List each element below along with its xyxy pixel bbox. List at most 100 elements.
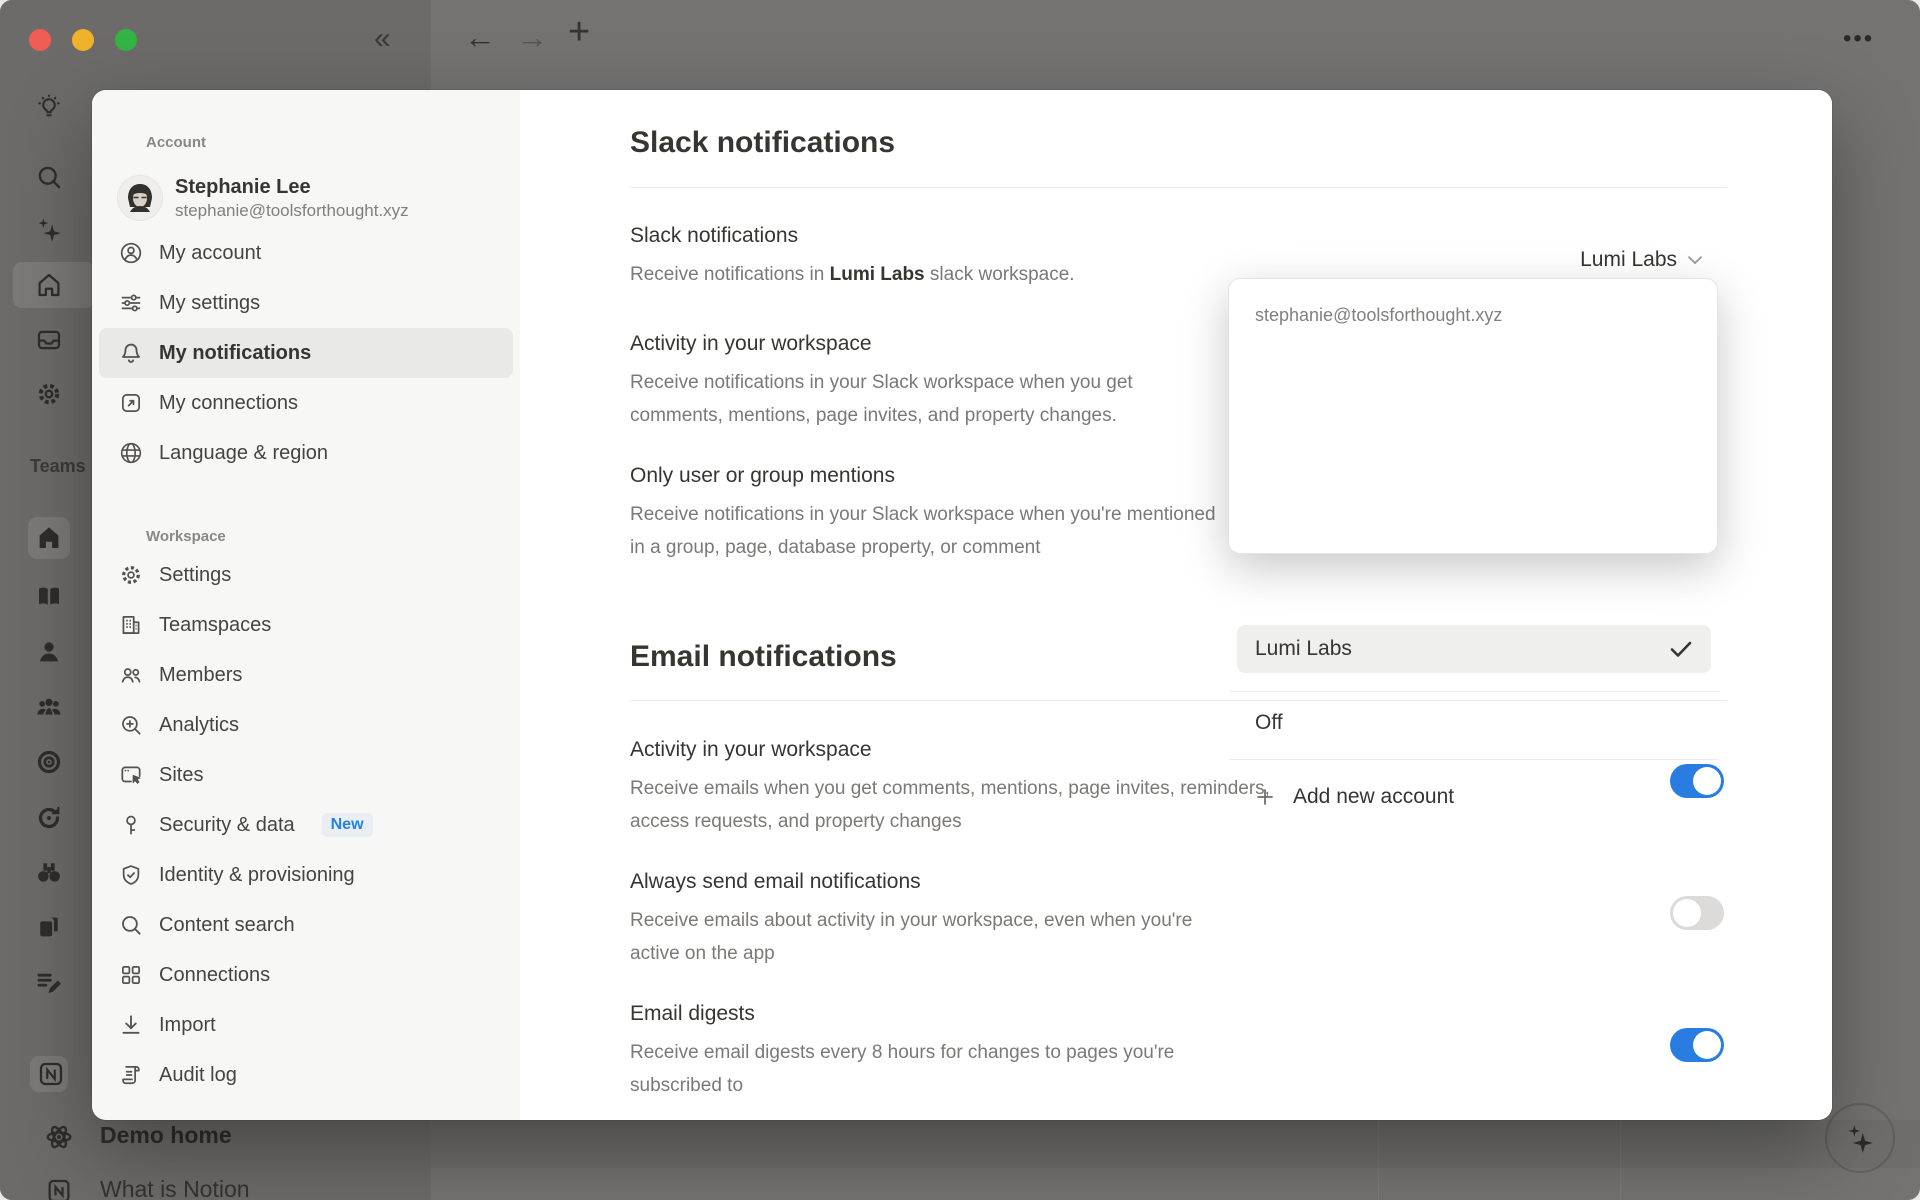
sidebar-item-security-data[interactable]: Security & data New [99,800,513,850]
sidebar-item-my-connections[interactable]: My connections [99,378,513,428]
profile-email: stephanie@toolsforthought.xyz [175,200,409,222]
add-new-account-button[interactable]: Add new account [1237,773,1711,821]
setting-row-slack-workspace: Slack notifications Receive notification… [630,222,1727,250]
popup-option-lumi-labs[interactable]: Lumi Labs [1237,625,1711,673]
pages-copy-icon[interactable] [34,912,64,942]
compose-list-icon[interactable] [34,967,64,997]
search-icon[interactable] [34,162,64,192]
minimize-window-button[interactable] [72,29,94,51]
home-icon[interactable] [34,270,64,300]
more-options-icon[interactable]: ••• [1843,24,1874,54]
setting-description: Receive emails about activity in your wo… [630,904,1230,970]
sidebar-item-analytics[interactable]: Analytics [99,700,513,750]
sidebar-item-my-settings[interactable]: My settings [99,278,513,328]
team-home-icon[interactable] [34,523,64,553]
globe-icon [118,440,144,466]
sidebar-item-connections[interactable]: Connections [99,950,513,1000]
setting-description: Receive emails when you get comments, me… [630,772,1270,838]
sidebar-item-label: My connections [159,392,298,415]
scroll-icon [118,1062,144,1088]
desc-bold: Lumi Labs [830,264,925,285]
sidebar-item-demo-home[interactable]: Demo home [100,1122,232,1149]
toggle-knob [1673,899,1701,927]
email-notifications-heading: Email notifications [630,640,897,674]
zoom-window-button[interactable] [115,29,137,51]
setting-description: Receive notifications in your Slack work… [630,498,1230,564]
slack-workspace-popup: stephanie@toolsforthought.xyz Lumi Labs … [1228,278,1718,554]
new-tab-icon[interactable]: + [568,17,590,47]
workspace-section-label: Workspace [146,528,513,550]
popup-option-off[interactable]: Off [1237,699,1711,747]
sidebar-item-label: Teamspaces [159,614,271,637]
lightbulb-icon[interactable] [34,93,64,123]
sidebar-item-label: Connections [159,964,270,987]
atom-flower-icon[interactable] [44,1122,74,1152]
always-send-email-toggle[interactable] [1670,896,1724,930]
chevron-down-icon [1687,255,1703,265]
option-label: Lumi Labs [1255,637,1352,661]
sidebar-item-language-region[interactable]: Language & region [99,428,513,478]
slack-workspace-dropdown[interactable]: Lumi Labs [1580,248,1703,272]
sidebar-item-identity-provisioning[interactable]: Identity & provisioning [99,850,513,900]
search-icon [118,912,144,938]
forward-icon[interactable]: → [516,22,548,52]
popup-divider [1229,691,1719,692]
sidebar-item-label: My settings [159,292,260,315]
close-window-button[interactable] [29,29,51,51]
settings-content: Slack notifications Slack notifications … [520,90,1832,1120]
shield-check-icon [118,862,144,888]
target-icon[interactable] [34,747,64,777]
sidebar-item-teamspaces[interactable]: Teamspaces [99,600,513,650]
check-icon [1669,640,1693,658]
email-digests-toggle[interactable] [1670,1028,1724,1062]
book-icon[interactable] [34,582,64,612]
setting-description: Receive email digests every 8 hours for … [630,1036,1230,1102]
notion-page-icon[interactable] [44,1176,74,1200]
person-circle-icon [118,240,144,266]
key-icon [118,812,144,838]
settings-modal: Account Stephanie Lee stephanie@toolsfor… [92,90,1832,1120]
avatar [118,176,162,220]
download-arrow-icon [118,1012,144,1038]
sidebar-item-label: Identity & provisioning [159,864,355,887]
sidebar-item-what-is-notion[interactable]: What is Notion [100,1176,250,1200]
bell-icon [118,340,144,366]
people-group-icon[interactable] [34,692,64,722]
dropdown-value: Lumi Labs [1580,248,1677,272]
back-icon[interactable]: ← [464,22,496,52]
notion-ai-button[interactable] [1825,1103,1895,1173]
sidebar-item-settings[interactable]: Settings [99,550,513,600]
sidebar-item-label: Import [159,1014,216,1037]
settings-nav-panel: Account Stephanie Lee stephanie@toolsfor… [92,90,520,1120]
refresh-cycle-icon[interactable] [34,803,64,833]
person-icon[interactable] [34,637,64,667]
profile-text: Stephanie Lee stephanie@toolsforthought.… [175,174,409,222]
inbox-icon[interactable] [34,325,64,355]
sidebar-item-import[interactable]: Import [99,1000,513,1050]
settings-gear-icon[interactable] [34,379,64,409]
sidebar-item-label: Content search [159,914,295,937]
arrow-out-box-icon [118,390,144,416]
sidebar-item-label: Settings [159,564,231,587]
profile-row[interactable]: Stephanie Lee stephanie@toolsforthought.… [99,168,513,228]
sidebar-item-label: Language & region [159,442,328,465]
sidebar-item-members[interactable]: Members [99,650,513,700]
sliders-icon [118,290,144,316]
notion-ai-sparkles-icon[interactable] [34,215,64,245]
desc-prefix: Receive notifications in [630,264,830,285]
binoculars-icon[interactable] [34,857,64,887]
browser-cursor-icon [118,762,144,788]
divider [630,187,1727,188]
sidebar-item-content-search[interactable]: Content search [99,900,513,950]
setting-title: Slack notifications [630,222,1727,250]
popup-divider [1229,759,1719,760]
dimmed-table-divider [1620,1120,1621,1200]
sidebar-item-my-notifications[interactable]: My notifications [99,328,513,378]
sidebar-item-my-account[interactable]: My account [99,228,513,278]
add-account-label: Add new account [1293,785,1454,809]
notion-cube-icon[interactable] [36,1059,66,1089]
collapse-sidebar-icon[interactable]: « [374,24,391,54]
sidebar-item-sites[interactable]: Sites [99,750,513,800]
sidebar-item-audit-log[interactable]: Audit log [99,1050,513,1100]
setting-title: Always send email notifications [630,868,1727,896]
